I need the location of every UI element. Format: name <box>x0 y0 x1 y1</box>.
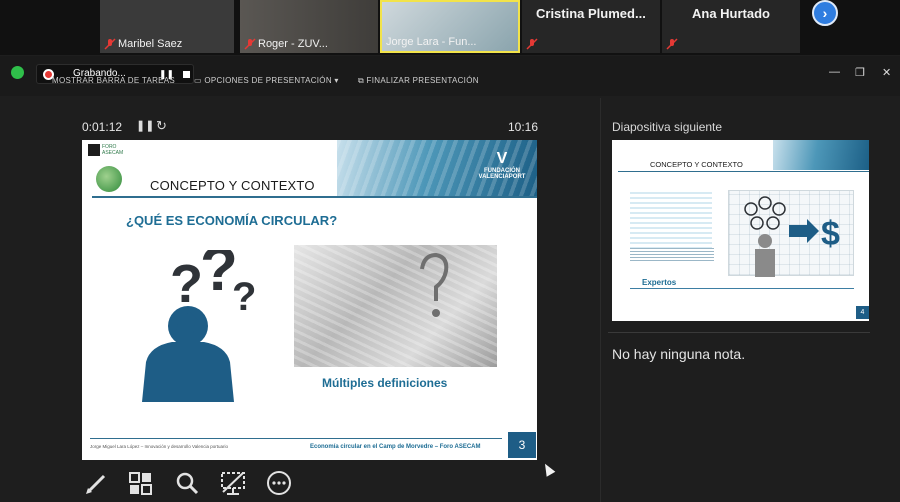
current-slide[interactable]: FORO ASECAM V FUNDACIÓN VALENCIAPORT CON… <box>82 140 537 460</box>
end-show-icon: ⧉ <box>358 76 367 85</box>
chevron-right-icon[interactable]: › <box>812 0 838 26</box>
zoom-icon[interactable] <box>174 470 200 496</box>
svg-text:?: ? <box>170 254 203 314</box>
slide-caption: Múltiples definiciones <box>322 376 448 390</box>
muted-mic-icon <box>526 38 538 50</box>
restart-timer-icon[interactable]: ↻ <box>156 118 167 134</box>
next-slide-label: Diapositiva siguiente <box>612 120 723 134</box>
muted-mic-icon <box>244 38 256 50</box>
participant-name: Roger - ZUV... <box>258 38 328 50</box>
close-icon[interactable]: ✕ <box>882 66 891 79</box>
participant-tile-roger[interactable]: Roger - ZUV... <box>240 0 378 53</box>
logo-text: FORO ASECAM <box>102 144 124 156</box>
speaker-notes[interactable]: No hay ninguna nota. <box>612 346 745 362</box>
next-slide-title: CONCEPTO Y CONTEXTO <box>650 160 743 169</box>
svg-text:?: ? <box>232 275 256 319</box>
minimize-icon[interactable]: — <box>829 66 840 78</box>
current-time: 10:16 <box>508 120 539 134</box>
presentation-toolbar: Grabando... ❚❚ MOSTRAR BARRA DE TAREAS ▭… <box>0 56 900 96</box>
valenciaport-logo: V FUNDACIÓN VALENCIAPORT <box>478 150 526 180</box>
restore-icon[interactable]: ❐ <box>855 66 865 79</box>
presentation-options-label: OPCIONES DE PRESENTACIÓN ▾ <box>204 76 339 85</box>
more-options-icon[interactable] <box>266 470 292 496</box>
slide-number: 3 <box>508 432 536 458</box>
end-presentation-label: FINALIZAR PRESENTACIÓN <box>366 76 479 85</box>
black-screen-icon[interactable] <box>220 470 246 496</box>
muted-mic-icon <box>104 38 116 50</box>
next-slide-expertos: Expertos <box>642 278 677 287</box>
footer-divider <box>90 438 502 439</box>
title-divider <box>92 196 537 198</box>
slide-question: ¿QUÉ ES ECONOMÍA CIRCULAR? <box>126 213 338 228</box>
brand-text: FUNDACIÓN VALENCIAPORT <box>478 168 526 180</box>
next-slide-number: 4 <box>856 306 869 319</box>
presenter-view: Maribel Saez Roger - ZUV... Jorge Lara -… <box>0 0 900 502</box>
asecam-logo: FORO ASECAM <box>88 144 128 194</box>
question-mark-icon <box>420 252 449 317</box>
next-slide-preview[interactable]: CONCEPTO Y CONTEXTO $ Expertos 4 <box>612 140 869 321</box>
globe-icon <box>96 166 122 192</box>
participant-name: Ana Hurtado <box>692 6 770 21</box>
mini-header-banner <box>773 140 869 170</box>
slide-footer-left: Jorge Miguel Lara López – Innovación y d… <box>90 444 228 449</box>
presentation-options-menu[interactable]: ▭ OPCIONES DE PRESENTACIÓN ▾ <box>194 76 339 85</box>
svg-text:$: $ <box>821 215 840 253</box>
slide-title: CONCEPTO Y CONTEXTO <box>150 178 315 193</box>
participants-strip: Maribel Saez Roger - ZUV... Jorge Lara -… <box>0 0 900 55</box>
ideas-money-illustration: $ <box>728 190 854 277</box>
stop-recording-icon[interactable] <box>183 71 190 78</box>
show-taskbar-button[interactable]: MOSTRAR BARRA DE TAREAS <box>52 76 175 85</box>
slide-footer-right: Economía circular en el Camp de Morvedre… <box>310 444 481 450</box>
notes-divider <box>608 332 870 333</box>
participant-name: Cristina Plumed... <box>536 6 646 21</box>
participant-tile-maribel[interactable]: Maribel Saez <box>100 0 234 53</box>
thinking-person-icon: ? ? ? <box>142 250 256 402</box>
participant-tile-jorge[interactable]: Jorge Lara - Fun... <box>380 0 520 53</box>
hand-question-mark-photo <box>294 245 497 367</box>
participant-name: Maribel Saez <box>118 38 183 50</box>
end-presentation-button[interactable]: ⧉ FINALIZAR PRESENTACIÓN <box>358 76 479 86</box>
mini-title-divider <box>618 171 869 172</box>
pause-timer-icon[interactable]: ❚❚ <box>136 119 154 132</box>
panel-divider <box>600 98 601 502</box>
mini-text-block <box>630 192 712 248</box>
pen-icon[interactable] <box>84 470 110 496</box>
shield-icon <box>11 66 24 79</box>
monitor-icon: ▭ <box>194 76 205 85</box>
mouse-pointer <box>540 461 556 477</box>
participant-tile-ana[interactable]: Ana Hurtado <box>662 0 800 53</box>
all-slides-icon[interactable] <box>128 470 154 496</box>
participant-name: Jorge Lara - Fun... <box>386 36 477 48</box>
muted-mic-icon <box>666 38 678 50</box>
participant-tile-cristina[interactable]: Cristina Plumed... <box>522 0 660 53</box>
lightbulb-dollar-icon: $ <box>744 196 840 277</box>
mini-divider <box>630 288 854 289</box>
elapsed-timer: 0:01:12 <box>82 120 123 134</box>
mini-text-block-2 <box>630 248 714 262</box>
